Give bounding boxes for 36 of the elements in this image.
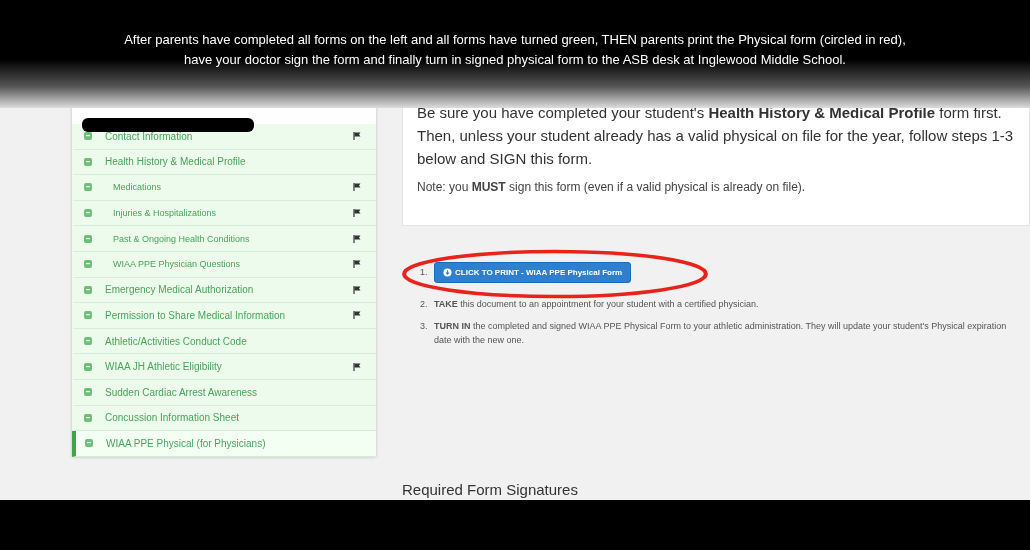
sidebar-item[interactable]: Emergency Medical Authorization [72,277,376,304]
form-icon [83,259,93,270]
sidebar-item[interactable]: Medications [72,175,376,201]
download-icon [443,268,452,277]
sidebar-item[interactable]: Past & Ongoing Health Conditions [72,226,376,252]
step-text: TAKE this document to an appointment for your student with a certified physician. [434,298,759,311]
section-heading: Required Form Signatures [402,481,579,500]
sidebar-item[interactable]: Concussion Information Sheet [72,405,376,432]
sidebar-item[interactable]: Athletic/Activities Conduct Code [72,328,376,355]
sidebar-item[interactable]: Health History & Medical Profile [72,149,376,176]
form-icon [83,233,93,244]
form-icon [83,310,93,321]
notice-note: Note: you MUST sign this form (even if a valid physical is already on file). [417,180,807,194]
step-text: TURN IN the completed and signed WIAA PPE Physical Form to your athletic administration. They will update your student's Physical expiration date with the new one. [434,320,1008,347]
sidebar-item[interactable]: Injuries & Hospitalizations [72,200,376,227]
form-icon [83,131,93,142]
form-icon [84,438,94,449]
form-icon [83,412,93,423]
step-number: 2. [420,298,428,311]
form-icon [83,284,93,295]
sidebar-item[interactable]: Sudden Cardiac Arrest Awareness [72,379,376,406]
sidebar-item[interactable]: WIAA PPE Physical (for Physicians) [72,431,376,457]
form-icon [83,336,93,347]
print-button[interactable]: CLICK TO PRINT - WIAA PPE Physical Form [434,262,632,283]
form-icon [83,182,93,193]
notice-text: Be sure you have completed your student's Health History & Medical Profile form first. Then, unless your student already has a valid physical on file for the year, follow steps 1-3 below and SIGN this form. [417,103,1015,169]
sidebar-item[interactable]: Permission to Share Medical Information [72,303,376,329]
sidebar-item[interactable]: WIAA PPE Physician Questions [72,251,376,278]
form-icon [83,361,93,372]
overlay-note: After parents have completed all forms on the left and all forms have turned green, THEN parents print the Physical form (circled in red), have your doctor sign the form and finally turn in signed physical form to the ASB desk at Inglewood Middle School. [123,31,907,69]
step-number: 3. [420,320,428,333]
form-icon [83,387,93,398]
form-icon [83,208,93,219]
step-number: 1. [420,266,428,279]
form-icon [83,156,93,167]
sidebar-item[interactable]: WIAA JH Athletic Eligibility [72,354,376,380]
